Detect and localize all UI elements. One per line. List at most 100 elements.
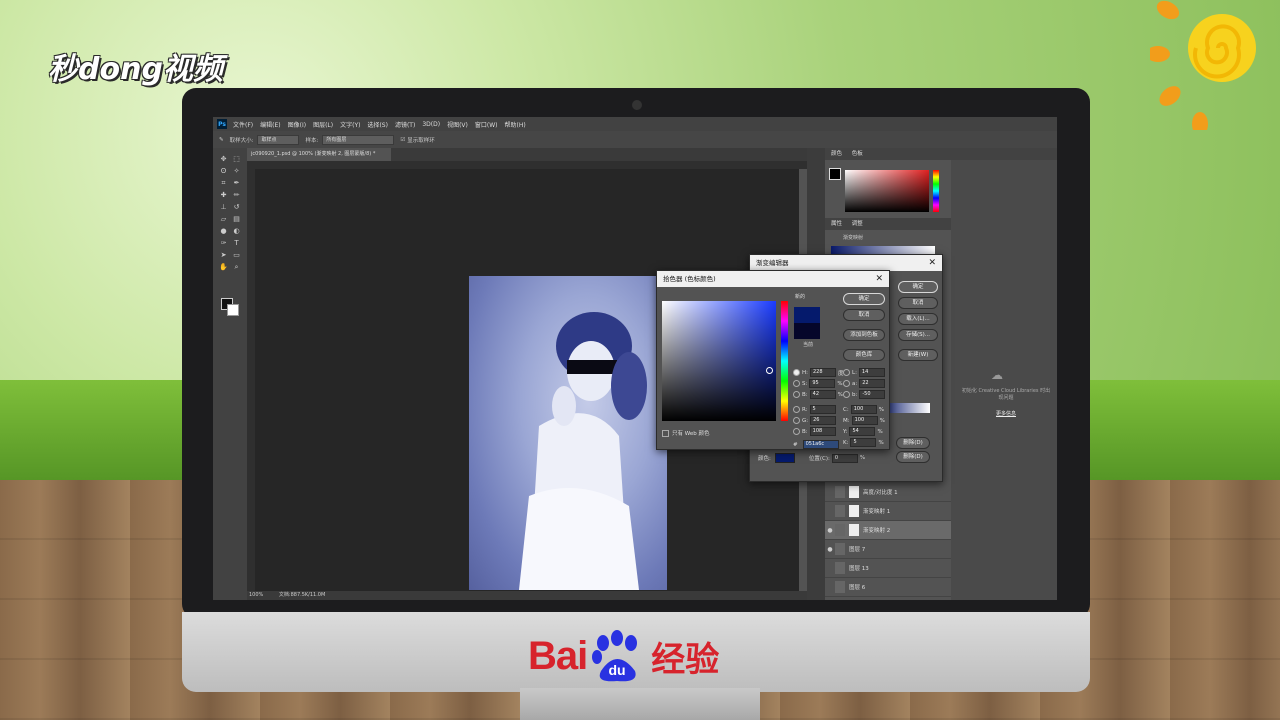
zoom-level[interactable]: 100%: [249, 592, 263, 598]
menu-file[interactable]: 文件(F): [233, 120, 253, 129]
tab-color[interactable]: 颜色: [831, 151, 842, 157]
crop-tool-icon[interactable]: ⌗: [218, 178, 229, 188]
layer-row[interactable]: ● 图层 7: [825, 540, 951, 559]
eraser-tool-icon[interactable]: ▱: [218, 214, 229, 224]
lab-a-radio[interactable]: [843, 380, 850, 387]
close-icon[interactable]: ✕: [875, 271, 883, 287]
picker-ok-button[interactable]: 确定: [843, 293, 885, 305]
tab-adjustments[interactable]: 调整: [852, 221, 863, 227]
hue-slider[interactable]: [933, 170, 939, 212]
pen-tool-icon[interactable]: ✑: [218, 238, 229, 248]
eye-icon[interactable]: ●: [825, 546, 835, 553]
marquee-tool-icon[interactable]: ⬚: [231, 154, 242, 164]
layer-row[interactable]: 图层 13: [825, 559, 951, 578]
menu-view[interactable]: 视图(V): [447, 120, 468, 129]
green-radio[interactable]: [793, 417, 800, 424]
brightness-input[interactable]: 42: [809, 390, 836, 399]
shape-tool-icon[interactable]: ▭: [231, 250, 242, 260]
saturation-input[interactable]: 95: [809, 379, 836, 388]
hue-radio[interactable]: [793, 369, 800, 376]
more-info-link[interactable]: 更多信息: [961, 410, 1051, 417]
add-to-swatches-button[interactable]: 添加到色板: [843, 329, 885, 341]
hue-strip[interactable]: [781, 301, 788, 421]
lab-a-input[interactable]: 22: [859, 379, 886, 388]
magenta-input[interactable]: 100: [851, 416, 878, 425]
history-brush-icon[interactable]: ↺: [231, 202, 242, 212]
black-input[interactable]: 5: [850, 438, 877, 447]
gradient-save-button[interactable]: 存储(S)...: [898, 329, 938, 341]
gradient-load-button[interactable]: 载入(L)...: [898, 313, 938, 325]
blue-input[interactable]: 108: [809, 427, 836, 436]
menu-filter[interactable]: 滤镜(T): [395, 120, 415, 129]
current-color-swatch[interactable]: [794, 323, 820, 339]
lab-l-label: L:: [852, 369, 857, 376]
menu-3d[interactable]: 3D(D): [422, 121, 440, 128]
document-tab[interactable]: jc090920_1.psd @ 100% (渐变映射 2, 图层蒙版/8) *: [247, 148, 391, 161]
blur-tool-icon[interactable]: ●: [218, 226, 229, 236]
path-select-icon[interactable]: ➤: [218, 250, 229, 260]
tab-properties[interactable]: 属性: [831, 221, 842, 227]
color-stop-swatch[interactable]: [774, 453, 795, 463]
lab-b-input[interactable]: -50: [859, 390, 886, 399]
menu-type[interactable]: 文字(Y): [340, 120, 360, 129]
menu-select[interactable]: 选择(S): [367, 120, 388, 129]
sample-size-select[interactable]: 取样点: [257, 134, 300, 145]
menu-image[interactable]: 图像(I): [288, 120, 306, 129]
eyedropper-icon[interactable]: ✎: [219, 137, 224, 143]
hex-input[interactable]: 051a6c: [802, 440, 839, 449]
lab-l-radio[interactable]: [843, 369, 850, 376]
gradient-new-button[interactable]: 新建(W): [898, 349, 938, 361]
gradient-cancel-button[interactable]: 取消: [898, 297, 938, 309]
eye-icon[interactable]: ●: [825, 527, 835, 534]
gradient-preview-bar[interactable]: [831, 246, 935, 254]
hand-tool-icon[interactable]: ✋: [218, 262, 229, 272]
tab-swatches[interactable]: 色板: [852, 151, 863, 157]
brightness-radio[interactable]: [793, 391, 800, 398]
cyan-input[interactable]: 100: [850, 405, 877, 414]
eyedropper-tool-icon[interactable]: ✒: [231, 178, 242, 188]
position-input[interactable]: 0: [831, 453, 858, 463]
red-input[interactable]: 5: [809, 405, 836, 414]
delete-stop-button[interactable]: 删除(D): [896, 451, 930, 463]
stamp-tool-icon[interactable]: ⊥: [218, 202, 229, 212]
menu-edit[interactable]: 编辑(E): [260, 120, 280, 129]
menu-window[interactable]: 窗口(W): [475, 120, 498, 129]
lab-l-input[interactable]: 14: [858, 368, 885, 377]
yellow-input[interactable]: 54: [849, 427, 876, 436]
red-radio[interactable]: [793, 406, 800, 413]
layer-row[interactable]: 图层 6: [825, 578, 951, 597]
lasso-tool-icon[interactable]: ʘ: [218, 166, 229, 176]
saturation-brightness-field[interactable]: [662, 301, 776, 421]
background-color-swatch[interactable]: [227, 304, 239, 316]
mask-thumbnail: [849, 486, 859, 498]
lab-b-radio[interactable]: [843, 391, 850, 398]
delete-stop-button-top[interactable]: 删除(D): [896, 437, 930, 449]
blue-radio[interactable]: [793, 428, 800, 435]
dodge-tool-icon[interactable]: ◐: [231, 226, 242, 236]
healing-tool-icon[interactable]: ✚: [218, 190, 229, 200]
picker-cancel-button[interactable]: 取消: [843, 309, 885, 321]
saturation-radio[interactable]: [793, 380, 800, 387]
layer-row[interactable]: 高度/对比度 1: [825, 483, 951, 502]
layer-row-selected[interactable]: ● 渐变映射 2: [825, 521, 951, 540]
show-ring-checkbox[interactable]: ☑: [400, 137, 405, 143]
brush-tool-icon[interactable]: ✏: [231, 190, 242, 200]
menu-layer[interactable]: 图层(L): [313, 120, 333, 129]
gradient-tool-icon[interactable]: ▤: [231, 214, 242, 224]
web-only-checkbox[interactable]: [662, 429, 669, 437]
layer-row[interactable]: 渐变映射 1: [825, 502, 951, 521]
type-tool-icon[interactable]: T: [231, 238, 242, 248]
green-input[interactable]: 26: [810, 416, 837, 425]
hue-input[interactable]: 228: [810, 368, 836, 377]
sample-select[interactable]: 所有图层: [322, 134, 395, 145]
color-field[interactable]: [845, 170, 929, 212]
color-libraries-button[interactable]: 颜色库: [843, 349, 885, 361]
panel-fg-swatch[interactable]: [829, 168, 841, 180]
menu-help[interactable]: 帮助(H): [505, 120, 526, 129]
move-tool-icon[interactable]: ✥: [218, 154, 229, 164]
magic-wand-tool-icon[interactable]: ✧: [231, 166, 242, 176]
close-icon[interactable]: ✕: [928, 255, 936, 271]
gradient-ok-button[interactable]: 确定: [898, 281, 938, 293]
zoom-tool-icon[interactable]: ⌕: [231, 262, 242, 272]
color-cursor[interactable]: [766, 367, 773, 374]
